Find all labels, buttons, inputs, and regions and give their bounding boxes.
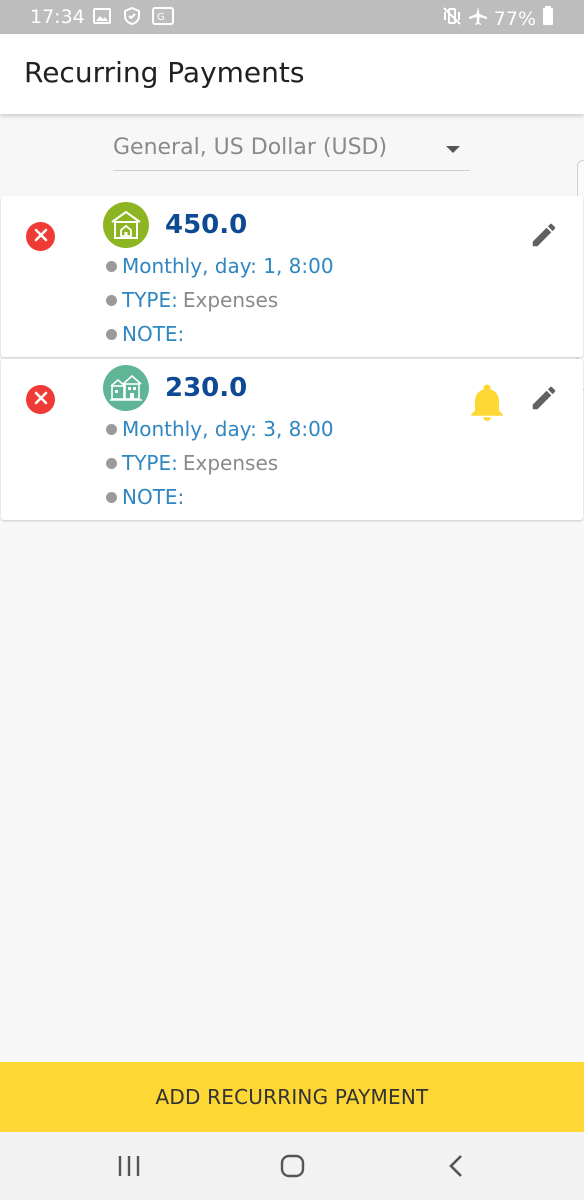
gallery-icon [92,6,112,26]
app-bar: Recurring Payments [0,34,584,114]
pencil-icon [529,386,559,417]
airplane-icon [468,6,488,31]
edit-payment-button[interactable] [529,383,559,413]
type-label: TYPE: [122,288,178,312]
reminder-button[interactable] [469,383,505,423]
close-icon [34,390,48,409]
recurring-payment-card[interactable]: 230.0 Monthly, day: 3, 8:00 TYPE: Expens… [1,359,583,520]
note-label: NOTE: [122,322,185,346]
payment-amount: 450.0 [165,210,248,240]
delete-payment-button[interactable] [26,385,55,414]
account-currency-dropdown[interactable]: General, US Dollar (USD) [113,130,470,171]
status-system-icons: 77% [442,6,554,31]
schedule-text: Monthly, day: 3, 8:00 [122,417,334,441]
bullet-icon [106,423,117,435]
svg-text:G: G [157,12,165,23]
bullet-icon [106,328,117,340]
payment-schedule: Monthly, day: 3, 8:00 [106,417,334,441]
system-navigation-bar [0,1132,584,1200]
account-currency-value: General, US Dollar (USD) [113,135,388,160]
shield-icon [122,6,142,26]
bullet-icon [106,294,117,306]
recurring-payment-card[interactable]: 450.0 Monthly, day: 1, 8:00 TYPE: Expens… [1,196,583,357]
mute-vibrate-icon [442,6,462,31]
payment-amount: 230.0 [165,373,248,403]
home-icon[interactable] [280,1152,306,1184]
battery-icon [542,6,554,31]
translate-icon: G [152,6,174,26]
status-notification-icons: G [92,6,174,26]
bullet-icon [106,260,117,272]
edit-payment-button[interactable] [529,220,559,250]
payment-type: TYPE: Expenses [106,288,278,312]
status-time: 17:34 [30,6,85,28]
category-buildings-icon [103,365,149,411]
bullet-icon [106,457,117,469]
chevron-down-icon [446,146,460,153]
schedule-text: Monthly, day: 1, 8:00 [122,254,334,278]
page-title: Recurring Payments [24,56,305,89]
note-label: NOTE: [122,485,185,509]
recent-apps-icon[interactable] [117,1152,141,1184]
delete-payment-button[interactable] [26,222,55,251]
bullet-icon [106,491,117,503]
add-recurring-payment-button[interactable]: ADD RECURRING PAYMENT [0,1062,584,1132]
close-icon [34,227,48,246]
payment-type: TYPE: Expenses [106,451,278,475]
type-value: Expenses [182,451,279,475]
payment-note: NOTE: [106,322,189,346]
payment-schedule: Monthly, day: 1, 8:00 [106,254,334,278]
battery-percentage: 77% [493,7,536,30]
bell-icon [469,384,505,427]
back-icon[interactable] [446,1152,466,1184]
category-house-icon [103,202,149,248]
type-value: Expenses [182,288,279,312]
payment-note: NOTE: [106,485,189,509]
type-label: TYPE: [122,451,178,475]
pencil-icon [529,223,559,254]
status-bar: 17:34 G 77% [0,0,584,34]
